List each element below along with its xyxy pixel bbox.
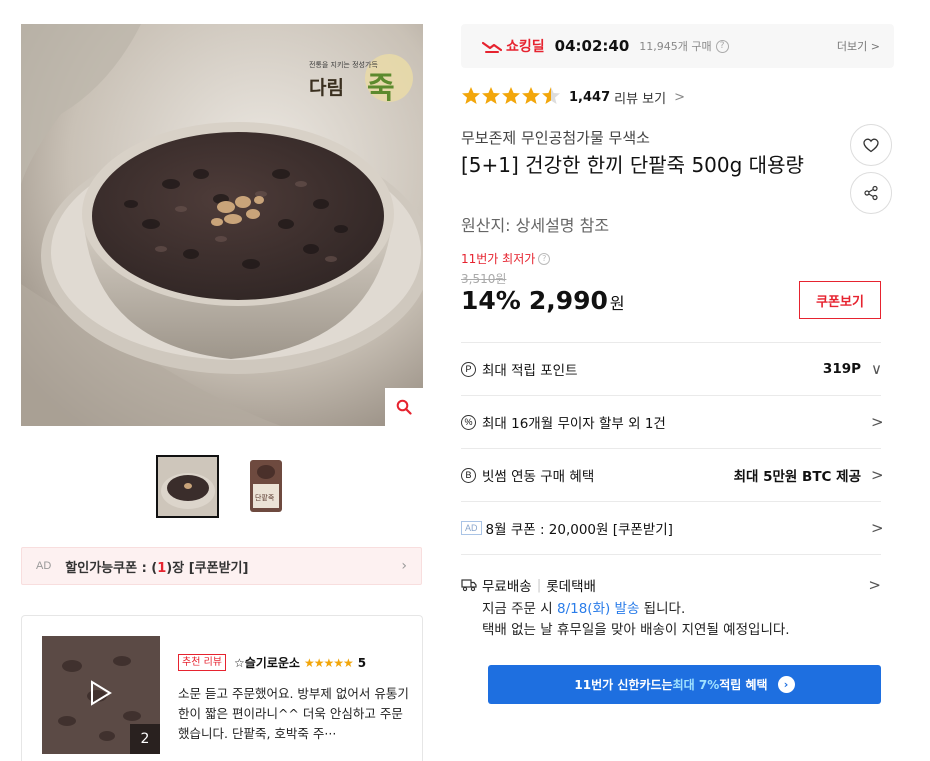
reviewer-name: ☆슬기로운소 bbox=[233, 656, 300, 670]
product-main-image[interactable]: 전통을 지키는 정성가득 다림 죽 bbox=[21, 24, 423, 426]
product-brand: 무보존제 무인공첨가물 무색소 bbox=[461, 129, 650, 147]
product-origin: 원산지: 상세설명 참조 bbox=[461, 216, 610, 235]
discount-coupon-bar[interactable]: AD 할인가능쿠폰 : (1)장 [쿠폰받기] › bbox=[21, 547, 422, 585]
review-meta: 추천 리뷰 ☆슬기로운소 ★★★★★ 5 bbox=[178, 654, 366, 671]
original-price: 3,510원 bbox=[461, 272, 507, 286]
heart-icon bbox=[863, 138, 879, 152]
rating-row[interactable]: 1,447 리뷰 보기 > bbox=[461, 86, 685, 109]
thumbnail-porridge[interactable] bbox=[156, 455, 219, 518]
point-icon: P bbox=[461, 361, 476, 377]
review-count: 1,447 bbox=[569, 90, 611, 105]
share-button[interactable] bbox=[850, 172, 892, 214]
buy-count: 11,945개 구매 bbox=[639, 40, 712, 53]
price-row: 14% 2,990 원 bbox=[461, 286, 625, 315]
shipping-date-text: 지금 주문 시 8/18(화) 발송 됩니다. bbox=[482, 601, 686, 617]
arrow-right-icon: › bbox=[777, 676, 795, 693]
review-text: 소문 듣고 주문했어요. 방부제 없어서 유통기한이 짧은 편이라니^^ 더욱 … bbox=[178, 686, 409, 741]
bitsum-label: 빗썸 연동 구매 혜택 bbox=[482, 469, 595, 485]
installment-icon: % bbox=[461, 414, 476, 430]
card-benefit-highlight: 최대 7% bbox=[672, 678, 720, 692]
benefit-list: P 최대 적립 포인트 319P ∨ % 최대 16개월 무이자 할부 외 1건… bbox=[461, 342, 884, 657]
product-title: [5+1] 건강한 한끼 단팥죽 500g 대용량 bbox=[461, 153, 804, 177]
point-row[interactable]: P 최대 적립 포인트 319P ∨ bbox=[461, 342, 882, 395]
august-coupon-row[interactable]: AD 8월 쿠폰 : 20,000원 [쿠폰받기] > bbox=[461, 501, 884, 554]
review-link[interactable]: 리뷰 보기 bbox=[614, 88, 666, 107]
bitsum-icon: B bbox=[461, 467, 476, 483]
recommended-review-card[interactable]: 2 추천 리뷰 ☆슬기로운소 ★★★★★ 5 소문 듣고 주문했어요. 방부제 … bbox=[21, 615, 423, 761]
chevron-right-icon: › bbox=[401, 558, 407, 574]
rating-stars bbox=[461, 86, 561, 109]
svg-text:다림: 다림 bbox=[309, 77, 344, 99]
installment-label: 최대 16개월 무이자 할부 외 1건 bbox=[482, 416, 666, 432]
review-video-thumbnail[interactable]: 2 bbox=[42, 636, 160, 754]
ad-label: AD bbox=[36, 560, 52, 572]
package-label: 단팥죽 bbox=[255, 493, 275, 502]
bitsum-row[interactable]: B 빗썸 연동 구매 혜택 최대 5만원 BTC 제공 > bbox=[461, 448, 884, 501]
help-icon[interactable]: ? bbox=[538, 252, 551, 265]
deal-timer: 04:02:40 bbox=[554, 37, 630, 55]
thumbnail-list: 단팥죽 bbox=[156, 455, 298, 518]
zoom-button[interactable] bbox=[385, 388, 423, 426]
review-score: 5 bbox=[357, 655, 367, 670]
lowest-price-label: 11번가 최저가? bbox=[461, 250, 551, 267]
point-value: 319P bbox=[822, 361, 861, 377]
coupon-view-button[interactable]: 쿠폰보기 bbox=[799, 281, 881, 319]
deal-more-link[interactable]: 더보기 > bbox=[837, 38, 880, 54]
svg-text:죽: 죽 bbox=[367, 71, 395, 106]
help-icon[interactable]: ? bbox=[715, 39, 729, 53]
star-rating-icon bbox=[462, 87, 560, 104]
coupon-bar-text: 할인가능쿠폰 : (1)장 [쿠폰받기] bbox=[65, 560, 249, 576]
bitsum-value: 최대 5만원 BTC 제공 bbox=[733, 469, 861, 485]
courier-label: 롯데택배 bbox=[546, 579, 596, 595]
review-stars: ★★★★★ bbox=[303, 655, 354, 670]
final-price: 2,990 bbox=[528, 286, 608, 315]
truck-icon bbox=[461, 579, 477, 592]
ship-date: 8/18(화) 발송 bbox=[556, 601, 640, 617]
like-button[interactable] bbox=[850, 124, 892, 166]
chevron-right-icon: > bbox=[871, 519, 884, 537]
chevron-right-icon: > bbox=[871, 413, 884, 431]
deal-label: 쇼킹딜 bbox=[506, 39, 545, 55]
point-label: 최대 적립 포인트 bbox=[482, 363, 578, 379]
chevron-right-icon: > bbox=[674, 90, 686, 105]
thumbnail-package[interactable]: 단팥죽 bbox=[235, 455, 298, 518]
shocking-deal-icon bbox=[482, 41, 502, 53]
divider: | bbox=[536, 577, 542, 593]
chevron-down-icon: ∨ bbox=[871, 360, 882, 378]
media-count: 2 bbox=[130, 724, 160, 754]
price-unit: 원 bbox=[609, 294, 625, 313]
installment-row[interactable]: % 최대 16개월 무이자 할부 외 1건 > bbox=[461, 395, 884, 448]
delivery-info[interactable]: 무료배송 | 롯데택배 > 지금 주문 시 8/18(화) 발송 됩니다. 택배… bbox=[461, 554, 881, 657]
play-icon bbox=[91, 680, 112, 706]
share-icon bbox=[864, 185, 878, 201]
ad-badge: AD bbox=[461, 521, 482, 535]
free-shipping-label: 무료배송 bbox=[482, 579, 532, 595]
chevron-right-icon: > bbox=[868, 576, 881, 594]
discount-rate: 14% bbox=[461, 286, 521, 315]
shinhan-card-banner[interactable]: 11번가 신한카드는 최대 7% 적립 혜택 › bbox=[488, 665, 881, 704]
svg-text:전통을 지키는 정성가득: 전통을 지키는 정성가득 bbox=[309, 60, 378, 69]
product-photo: 전통을 지키는 정성가득 다림 죽 bbox=[21, 24, 423, 426]
delay-notice: 택배 없는 날 휴무일을 맞아 배송이 지연될 예정입니다. bbox=[482, 622, 790, 638]
shocking-deal-bar: 쇼킹딜 04:02:40 11,945개 구매 ? 더보기 > bbox=[461, 24, 894, 68]
chevron-right-icon: > bbox=[871, 466, 884, 484]
magnifier-icon bbox=[396, 399, 412, 415]
august-coupon-label: 8월 쿠폰 : 20,000원 [쿠폰받기] bbox=[485, 522, 673, 538]
recommend-tag: 추천 리뷰 bbox=[178, 654, 226, 671]
